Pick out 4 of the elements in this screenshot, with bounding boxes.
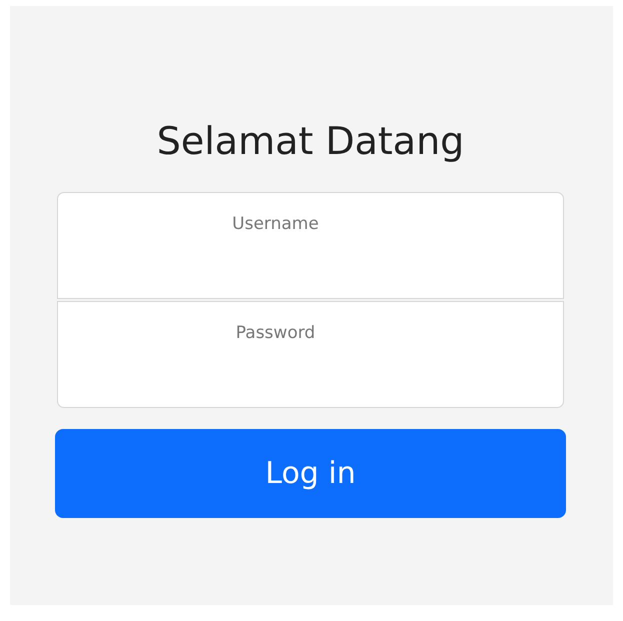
username-field[interactable]: Username (57, 192, 564, 299)
password-field[interactable]: Password (57, 301, 564, 408)
welcome-title: Selamat Datang (156, 118, 466, 165)
login-button[interactable]: Log in (55, 429, 566, 518)
